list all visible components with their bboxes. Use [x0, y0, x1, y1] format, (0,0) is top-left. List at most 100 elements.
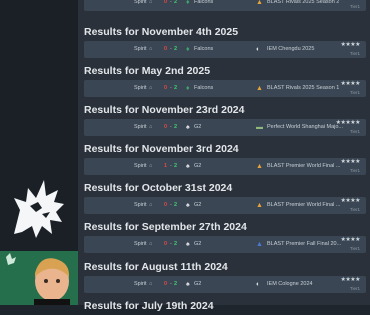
home-icon: ⌂	[149, 202, 153, 208]
score-left: 0	[164, 241, 168, 247]
results-date-heading: Results for November 3rd 2024	[84, 143, 239, 155]
event-name[interactable]: IEM Cologne 2024	[267, 276, 347, 293]
team-name: Spirit	[134, 241, 147, 247]
opponent-name[interactable]: Falcons	[194, 41, 213, 58]
blast-logo-icon: ▲	[256, 85, 263, 92]
tier-label: Tier1	[349, 51, 360, 56]
event-name[interactable]: BLAST Premier World Final ...	[267, 197, 347, 214]
opponent-name[interactable]: Falcons	[194, 0, 213, 11]
blast-logo-icon: ▲	[256, 202, 263, 209]
home-icon: ⌂	[149, 281, 153, 287]
match-row[interactable]: Spirit ⌂ 0 - 2 ♦ Falcons ▲ BLAST Rivals …	[84, 0, 366, 11]
score-right: 2	[174, 202, 178, 208]
event-name[interactable]: BLAST Rivals 2025 Season 2	[267, 0, 347, 11]
score-dash: -	[170, 0, 172, 5]
score-right: 2	[174, 163, 178, 169]
opponent-name[interactable]: G2	[194, 197, 201, 214]
tier-label: Tier1	[349, 168, 360, 173]
player-photo[interactable]	[0, 251, 78, 305]
opponent-name[interactable]: Falcons	[194, 80, 213, 97]
home-icon: ⌂	[149, 46, 153, 52]
results-date-heading: Results for July 19th 2024	[84, 300, 214, 312]
results-date-heading: Results for November 23rd 2024	[84, 104, 245, 116]
tier-label: Tier1	[349, 4, 360, 9]
falcons-logo-icon: ♦	[186, 0, 190, 6]
team-name: Spirit	[134, 0, 147, 5]
home-icon: ⌂	[149, 85, 153, 91]
home-icon: ⌂	[149, 124, 153, 130]
score-dash: -	[170, 281, 172, 287]
match-row[interactable]: Spirit ⌂ 0 - 2 ♦ Falcons ◐ IEM Chengdu 2…	[84, 41, 366, 58]
home-icon: ⌂	[149, 0, 153, 5]
score-right: 2	[174, 124, 178, 130]
team-sidebar	[0, 0, 78, 305]
score-left: 0	[164, 124, 168, 130]
result-section: Spirit ⌂ 0 - 2 ♦ Falcons ▲ BLAST Rivals …	[84, 0, 366, 11]
team-name: Spirit	[134, 202, 147, 208]
result-section: Results for August 11th 2024 Spirit ⌂ 0 …	[84, 258, 366, 293]
result-section: Results for October 31st 2024 Spirit ⌂ 0…	[84, 179, 366, 214]
score-right: 2	[174, 46, 178, 52]
score-dash: -	[170, 202, 172, 208]
g2-logo-icon: ♠	[186, 124, 190, 131]
score-right: 2	[174, 281, 178, 287]
score-right: 2	[174, 85, 178, 91]
match-row[interactable]: Spirit ⌂ 1 - 2 ♠ G2 ▲ BLAST Premier Worl…	[84, 158, 366, 175]
home-icon: ⌂	[149, 163, 153, 169]
event-name[interactable]: BLAST Rivals 2025 Season 1	[267, 80, 347, 97]
match-row[interactable]: Spirit ⌂ 0 - 2 ♠ G2 ▲ BLAST Premier Fall…	[84, 236, 366, 253]
team-name: Spirit	[134, 163, 147, 169]
match-row[interactable]: Spirit ⌂ 0 - 2 ♠ G2 ◐ IEM Cologne 2024 ★…	[84, 276, 366, 293]
score-left: 0	[164, 281, 168, 287]
team-name: Spirit	[134, 46, 147, 52]
blast-logo-icon: ▲	[256, 241, 263, 248]
blast-logo-icon: ▲	[256, 0, 263, 6]
opponent-name[interactable]: G2	[194, 236, 201, 253]
score-left: 0	[164, 46, 168, 52]
tier-label: Tier1	[349, 129, 360, 134]
score-right: 2	[174, 0, 178, 5]
score-left: 0	[164, 0, 168, 5]
iem-logo-icon: ◐	[256, 46, 261, 53]
home-icon: ⌂	[149, 241, 153, 247]
result-section: Results for November 23rd 2024 Spirit ⌂ …	[84, 101, 366, 136]
event-name[interactable]: BLAST Premier World Final ...	[267, 158, 347, 175]
score-dash: -	[170, 241, 172, 247]
match-row[interactable]: Spirit ⌂ 0 - 2 ♠ G2 ▲ BLAST Premier Worl…	[84, 197, 366, 214]
team-name: Spirit	[134, 85, 147, 91]
tier-label: Tier1	[349, 286, 360, 291]
result-section: Results for July 19th 2024	[84, 297, 366, 315]
match-row[interactable]: Spirit ⌂ 0 - 2 ♠ G2 ▬ Perfect World Shan…	[84, 119, 366, 136]
result-section: Results for November 3rd 2024 Spirit ⌂ 1…	[84, 140, 366, 175]
spirit-dragon-logo-icon[interactable]	[6, 176, 70, 242]
perfect-world-logo-icon: ▬	[256, 124, 263, 131]
event-name[interactable]: IEM Chengdu 2025	[267, 41, 347, 58]
results-date-heading: Results for August 11th 2024	[84, 261, 228, 273]
g2-logo-icon: ♠	[186, 281, 190, 288]
g2-logo-icon: ♠	[186, 241, 190, 248]
tier-label: Tier1	[349, 90, 360, 95]
iem-logo-icon: ◐	[256, 281, 261, 288]
g2-logo-icon: ♠	[186, 163, 190, 170]
opponent-name[interactable]: G2	[194, 158, 201, 175]
team-name: Spirit	[134, 281, 147, 287]
results-date-heading: Results for November 4th 2025	[84, 26, 239, 38]
score-dash: -	[170, 163, 172, 169]
score-left: 0	[164, 85, 168, 91]
results-date-heading: Results for May 2nd 2025	[84, 65, 211, 77]
score-right: 2	[174, 241, 178, 247]
event-name[interactable]: BLAST Premier Fall Final 20...	[267, 236, 347, 253]
score-dash: -	[170, 124, 172, 130]
g2-logo-icon: ♠	[186, 202, 190, 209]
score-dash: -	[170, 85, 172, 91]
tier-label: Tier1	[349, 207, 360, 212]
score-left: 0	[164, 202, 168, 208]
result-section: Results for November 4th 2025 Spirit ⌂ 0…	[84, 23, 366, 58]
results-date-heading: Results for September 27th 2024	[84, 221, 247, 233]
falcons-logo-icon: ♦	[186, 85, 190, 92]
match-row[interactable]: Spirit ⌂ 0 - 2 ♦ Falcons ▲ BLAST Rivals …	[84, 80, 366, 97]
blast-logo-icon: ▲	[256, 163, 263, 170]
opponent-name[interactable]: G2	[194, 119, 201, 136]
score-left: 1	[164, 163, 168, 169]
opponent-name[interactable]: G2	[194, 276, 201, 293]
